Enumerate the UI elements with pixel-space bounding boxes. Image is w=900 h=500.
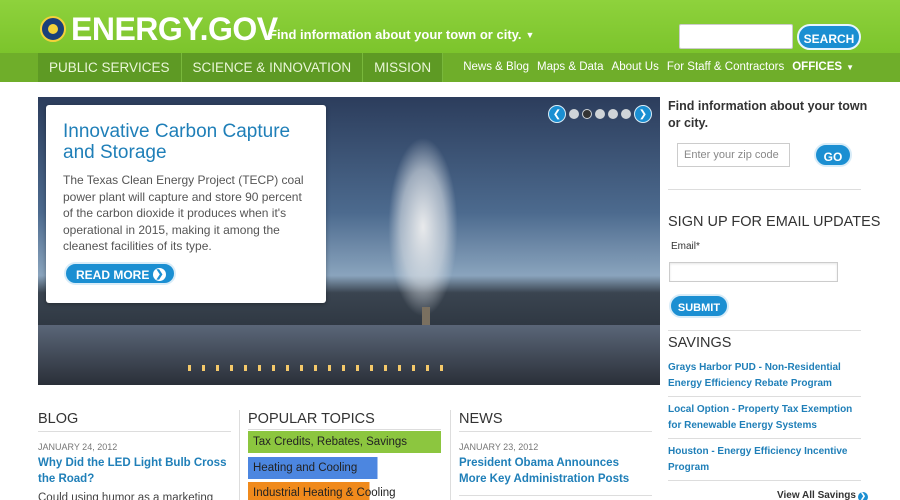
column-divider (239, 410, 240, 500)
carousel-dot[interactable] (608, 109, 618, 119)
savings-title: SAVINGS (668, 335, 732, 351)
find-town-label: Find information about your town or city… (269, 27, 522, 42)
zip-question: Find information about your town or city… (668, 99, 868, 130)
divider (459, 495, 652, 496)
site-header: ENERGY.GOV Find information about your t… (0, 0, 900, 82)
main-nav: PUBLIC SERVICES SCIENCE & INNOVATION MIS… (0, 53, 900, 82)
hero-carousel: Innovative Carbon Capture and Storage Th… (38, 97, 660, 385)
zip-input[interactable]: Enter your zip code (677, 143, 790, 167)
topic-tax-credits[interactable]: Tax Credits, Rebates, Savings (248, 431, 441, 453)
search-button[interactable]: SEARCH (797, 24, 861, 50)
divider (668, 330, 861, 331)
divider (248, 429, 441, 430)
nav-science-innovation[interactable]: SCIENCE & INNOVATION (181, 53, 364, 82)
carousel-dot[interactable] (595, 109, 605, 119)
topic-heating-cooling[interactable]: Heating and Cooling (248, 457, 441, 479)
email-field[interactable] (669, 262, 838, 282)
nav-staff-contractors[interactable]: For Staff & Contractors (667, 53, 784, 82)
divider (668, 480, 861, 481)
smoke-plume-image (388, 137, 458, 317)
site-logo[interactable]: ENERGY.GOV (71, 12, 278, 46)
chevron-down-icon: ▼ (846, 63, 854, 72)
topic-industrial-heating[interactable]: Industrial Heating & Cooling (248, 482, 441, 500)
blog-headline[interactable]: Why Did the LED Light Bulb Cross the Roa… (38, 455, 228, 487)
carousel-next-button[interactable]: ❯ (634, 105, 652, 123)
chevron-down-icon: ▼ (525, 30, 535, 40)
carousel-controls: ❮ ❯ (548, 105, 652, 123)
news-title: NEWS (459, 411, 503, 427)
view-all-savings-link[interactable]: View All Savings ❯ (777, 490, 868, 500)
email-label: Email* (671, 241, 700, 252)
popular-topics-title: POPULAR TOPICS (248, 411, 375, 427)
blog-excerpt: Could using humor as a marketing (38, 492, 214, 500)
arrow-right-icon: ❯ (857, 492, 868, 500)
hero-title[interactable]: Innovative Carbon Capture and Storage (63, 121, 313, 163)
blog-date: JANUARY 24, 2012 (38, 442, 118, 452)
secondary-nav: News & Blog Maps & Data About Us For Sta… (463, 53, 854, 82)
plant-lights-image (188, 365, 448, 371)
view-all-label: View All Savings (777, 490, 856, 500)
hero-body: The Texas Clean Energy Project (TECP) co… (63, 173, 304, 253)
read-more-button[interactable]: READ MORE ❯ (64, 262, 176, 285)
doe-seal-logo[interactable] (40, 16, 66, 42)
divider (459, 431, 652, 432)
nav-news-blog[interactable]: News & Blog (463, 53, 529, 82)
carousel-prev-button[interactable]: ❮ (548, 105, 566, 123)
divider (668, 189, 861, 190)
news-date: JANUARY 23, 2012 (459, 442, 539, 452)
search-input[interactable] (679, 24, 793, 49)
nav-mission[interactable]: MISSION (363, 53, 444, 82)
savings-link[interactable]: Local Option - Property Tax Exemption fo… (668, 402, 863, 434)
arrow-right-icon: ❯ (153, 268, 166, 281)
column-divider (450, 410, 451, 500)
blog-title: BLOG (38, 411, 79, 427)
news-headline[interactable]: President Obama Announces More Key Admin… (459, 455, 649, 487)
divider (668, 438, 861, 439)
find-town-dropdown[interactable]: Find information about your town or city… (269, 27, 534, 42)
plant-ground-image (38, 325, 660, 385)
carousel-dot[interactable] (569, 109, 579, 119)
savings-link[interactable]: Grays Harbor PUD - Non-Residential Energ… (668, 360, 863, 392)
divider (38, 431, 231, 432)
nav-maps-data[interactable]: Maps & Data (537, 53, 603, 82)
signup-title: SIGN UP FOR EMAIL UPDATES (668, 214, 881, 230)
nav-about-us[interactable]: About Us (612, 53, 659, 82)
hero-card: Innovative Carbon Capture and Storage Th… (46, 105, 326, 303)
go-button[interactable]: GO (814, 143, 852, 167)
nav-offices-dropdown[interactable]: OFFICES ▼ (792, 53, 854, 82)
read-more-label: READ MORE (76, 268, 150, 282)
savings-link[interactable]: Houston - Energy Efficiency Incentive Pr… (668, 444, 863, 476)
primary-nav: PUBLIC SERVICES SCIENCE & INNOVATION MIS… (38, 53, 444, 82)
divider (668, 396, 861, 397)
carousel-dot-active[interactable] (582, 109, 592, 119)
nav-public-services[interactable]: PUBLIC SERVICES (38, 53, 182, 82)
submit-button[interactable]: SUBMIT (669, 294, 729, 318)
carousel-dot[interactable] (621, 109, 631, 119)
offices-label: OFFICES (792, 61, 843, 73)
